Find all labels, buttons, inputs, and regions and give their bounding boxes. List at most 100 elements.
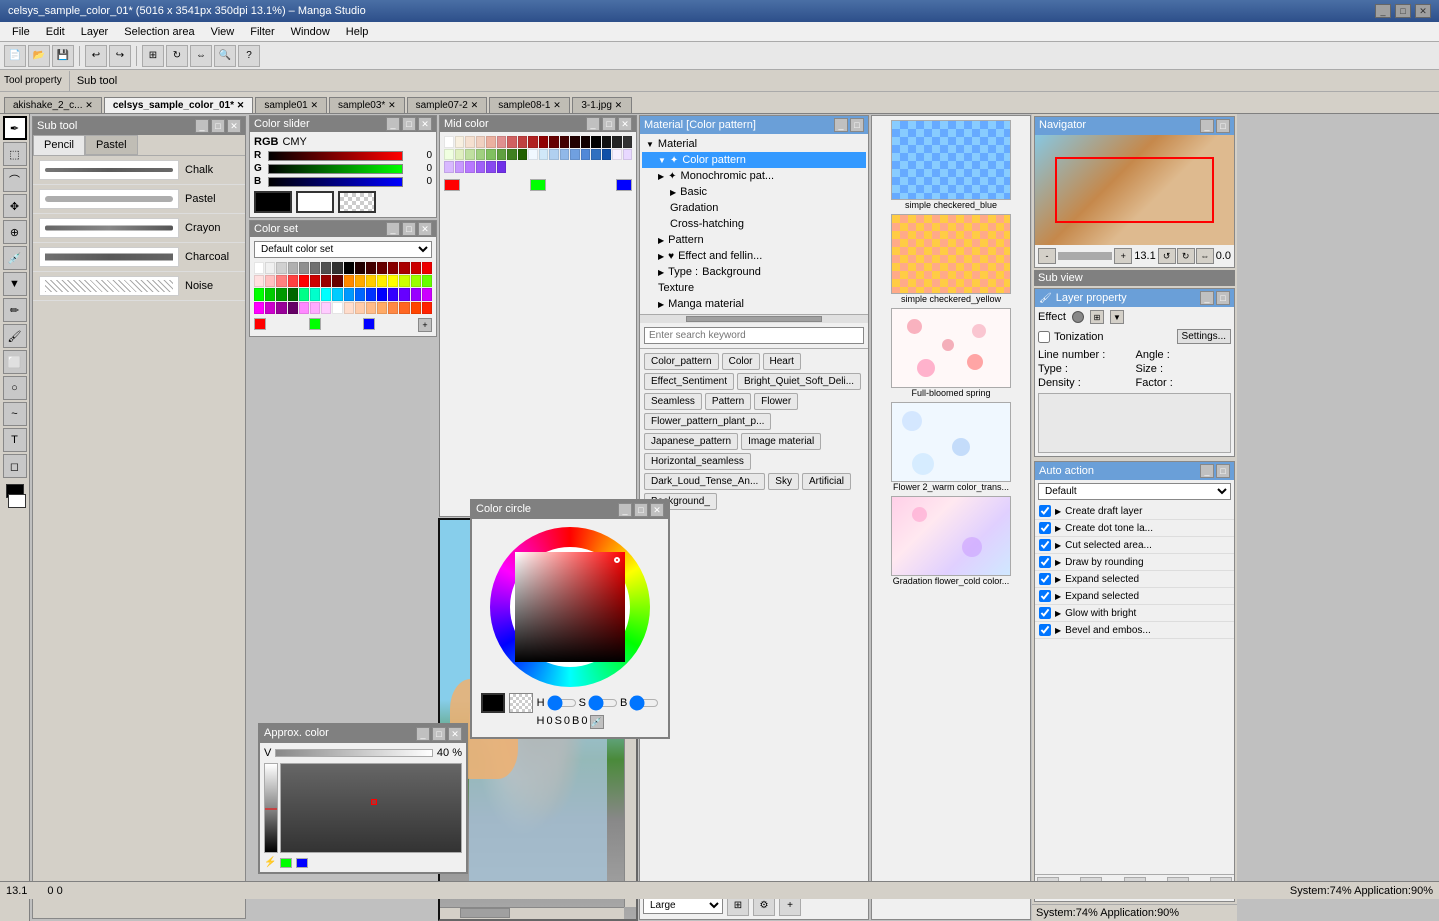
- auto-action-item[interactable]: ▶ Expand selected: [1035, 588, 1234, 605]
- tab-close-sample08[interactable]: ✕: [553, 100, 561, 110]
- tree-arrow-background[interactable]: ▶: [658, 268, 664, 277]
- mid-color-cell[interactable]: [570, 136, 580, 148]
- tree-item-mono[interactable]: ▶ ✦ Monochromic pat...: [642, 168, 866, 184]
- lp-maximize[interactable]: □: [1216, 291, 1230, 305]
- color-cell[interactable]: [399, 262, 409, 274]
- tree-item-texture[interactable]: Texture: [642, 280, 866, 296]
- mid-color-cell[interactable]: [455, 161, 465, 173]
- color-cell[interactable]: [422, 288, 432, 300]
- mid-color-cell[interactable]: [528, 136, 538, 148]
- effect-grid-btn[interactable]: ⊞: [1090, 310, 1104, 324]
- cc-fg-color[interactable]: [481, 693, 505, 713]
- list-item[interactable]: Charcoal: [33, 243, 245, 272]
- toolbar-undo[interactable]: ↩: [85, 45, 107, 67]
- thumb-item-grad[interactable]: Gradation flower_cold color...: [876, 496, 1026, 586]
- color-cell[interactable]: [377, 302, 387, 314]
- mid-color-cell[interactable]: [549, 149, 559, 161]
- mid-color-cell[interactable]: [486, 149, 496, 161]
- tree-item-material[interactable]: ▼ Material: [642, 136, 866, 152]
- tool-select-lasso[interactable]: ⌒: [3, 168, 27, 192]
- tab-close-sample03[interactable]: ✕: [388, 100, 396, 110]
- color-cell[interactable]: [265, 262, 275, 274]
- tree-arrow-effect[interactable]: ▶: [658, 252, 664, 261]
- menu-edit[interactable]: Edit: [38, 24, 73, 40]
- toolbar-transform[interactable]: ⊞: [142, 45, 164, 67]
- tab-sample03[interactable]: sample03* ✕: [329, 97, 405, 113]
- tab-sample07[interactable]: sample07-2 ✕: [407, 97, 488, 113]
- tool-eyedrop[interactable]: 💉: [3, 246, 27, 270]
- tab-close-akishake[interactable]: ✕: [85, 100, 93, 110]
- color-cell[interactable]: [355, 288, 365, 300]
- color-cell[interactable]: [321, 262, 331, 274]
- nav-rotate-cw[interactable]: ↻: [1177, 248, 1195, 264]
- tree-arrow-manga[interactable]: ▶: [658, 300, 664, 309]
- approx-brightness-slider[interactable]: [264, 763, 278, 853]
- mid-color-cell[interactable]: [497, 136, 507, 148]
- color-cell[interactable]: [321, 275, 331, 287]
- thumb-item-spring[interactable]: Full-bloomed spring: [876, 308, 1026, 398]
- color-cell[interactable]: [366, 302, 376, 314]
- color-cell[interactable]: [299, 302, 309, 314]
- effect-dot[interactable]: [1072, 311, 1084, 323]
- fg-color-box[interactable]: [254, 191, 292, 213]
- tool-text[interactable]: T: [3, 428, 27, 452]
- color-wheel-wrapper[interactable]: [490, 527, 650, 687]
- color-cell[interactable]: [332, 275, 342, 287]
- color-cell[interactable]: [422, 275, 432, 287]
- nav-flip[interactable]: ⇔: [1196, 248, 1214, 264]
- aa-maximize[interactable]: □: [1216, 464, 1230, 478]
- sv-square[interactable]: [515, 552, 625, 662]
- toolbar-redo[interactable]: ↪: [109, 45, 131, 67]
- color-cell[interactable]: [355, 275, 365, 287]
- tag-button[interactable]: Sky: [768, 473, 799, 490]
- toolbar-rotate[interactable]: ↻: [166, 45, 188, 67]
- mid-color-cell[interactable]: [539, 149, 549, 161]
- color-cell[interactable]: [288, 275, 298, 287]
- mid-color-cell[interactable]: [602, 136, 612, 148]
- nav-maximize[interactable]: □: [1216, 119, 1230, 133]
- mc-close[interactable]: ✕: [618, 117, 632, 131]
- tree-scrollbar[interactable]: [640, 315, 868, 323]
- color-cell[interactable]: [344, 275, 354, 287]
- aa-checkbox[interactable]: [1039, 590, 1051, 602]
- aa-minimize[interactable]: _: [1200, 464, 1214, 478]
- color-cell[interactable]: [265, 302, 275, 314]
- aa-checkbox[interactable]: [1039, 522, 1051, 534]
- tag-button[interactable]: Effect_Sentiment: [644, 373, 734, 390]
- bg-color-box[interactable]: [296, 191, 334, 213]
- bg-color-swatch[interactable]: [8, 494, 26, 508]
- sub-tool-minimize[interactable]: _: [195, 119, 209, 133]
- color-cell[interactable]: [377, 262, 387, 274]
- tag-button[interactable]: Japanese_pattern: [644, 433, 738, 450]
- color-cell[interactable]: [254, 288, 264, 300]
- color-cell[interactable]: [265, 275, 275, 287]
- tree-item-gradation[interactable]: Gradation: [642, 200, 866, 216]
- nav-zoom-out[interactable]: -: [1038, 248, 1056, 264]
- cc-h-slider[interactable]: [547, 695, 577, 711]
- cset-close[interactable]: ✕: [418, 222, 432, 236]
- mid-color-cell[interactable]: [465, 161, 475, 173]
- close-btn[interactable]: ✕: [1415, 4, 1431, 18]
- cc-eyedrop[interactable]: 💉: [590, 715, 604, 729]
- color-cell[interactable]: [310, 288, 320, 300]
- aa-expand-arrow[interactable]: ▶: [1055, 592, 1061, 601]
- tool-blur[interactable]: ○: [3, 376, 27, 400]
- effect-arrow-btn[interactable]: ▼: [1110, 310, 1124, 324]
- color-cell[interactable]: [422, 302, 432, 314]
- aa-expand-arrow[interactable]: ▶: [1055, 626, 1061, 635]
- color-cell[interactable]: [388, 288, 398, 300]
- b-slider[interactable]: [268, 177, 403, 187]
- color-cell[interactable]: [321, 288, 331, 300]
- search-input[interactable]: [644, 327, 864, 344]
- color-cell[interactable]: [299, 262, 309, 274]
- tree-item-background[interactable]: ▶ Type : Background: [642, 264, 866, 280]
- approx-v-slider[interactable]: [275, 749, 433, 757]
- mid-color-cell[interactable]: [560, 136, 570, 148]
- tab-close-celsys[interactable]: ✕: [237, 100, 245, 110]
- aa-expand-arrow[interactable]: ▶: [1055, 524, 1061, 533]
- nav-zoom-in[interactable]: +: [1114, 248, 1132, 264]
- list-item[interactable]: Crayon: [33, 214, 245, 243]
- nav-zoom-slider[interactable]: [1058, 252, 1112, 260]
- menu-selection-area[interactable]: Selection area: [116, 24, 202, 40]
- aa-checkbox[interactable]: [1039, 556, 1051, 568]
